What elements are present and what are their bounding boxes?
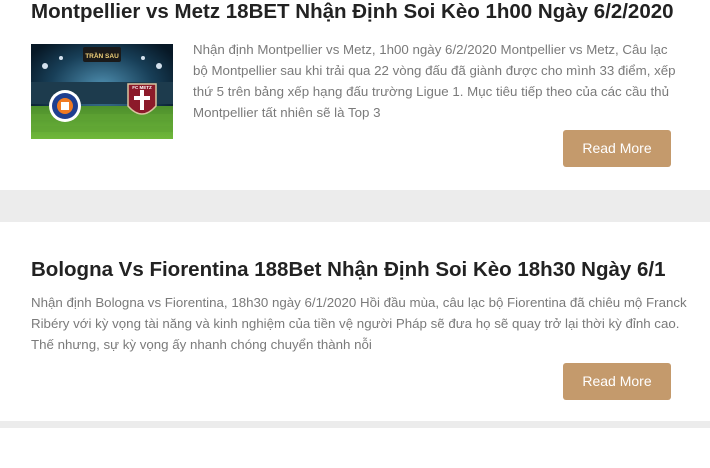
post-excerpt: Nhận định Bologna vs Fiorentina, 18h30 n… <box>31 295 687 352</box>
stadium-image: TRẦN SAU FC METZ <box>31 44 173 139</box>
next-post-card <box>0 428 710 468</box>
svg-text:FC METZ: FC METZ <box>132 85 152 90</box>
post-card: Bologna Vs Fiorentina 188Bet Nhận Định S… <box>0 222 710 421</box>
post-title[interactable]: Bologna Vs Fiorentina 188Bet Nhận Định S… <box>31 258 666 282</box>
post-excerpt: Nhận định Montpellier vs Metz, 1h00 ngày… <box>193 42 676 120</box>
montpellier-badge <box>49 90 81 122</box>
post-thumbnail[interactable]: TRẦN SAU FC METZ <box>31 44 173 139</box>
post-title[interactable]: Montpellier vs Metz 18BET Nhận Định Soi … <box>31 0 674 24</box>
read-more-button[interactable]: Read More <box>563 130 671 167</box>
read-more-button[interactable]: Read More <box>563 363 671 400</box>
metz-badge: FC METZ <box>127 83 157 115</box>
post-card: Montpellier vs Metz 18BET Nhận Định Soi … <box>0 0 710 190</box>
